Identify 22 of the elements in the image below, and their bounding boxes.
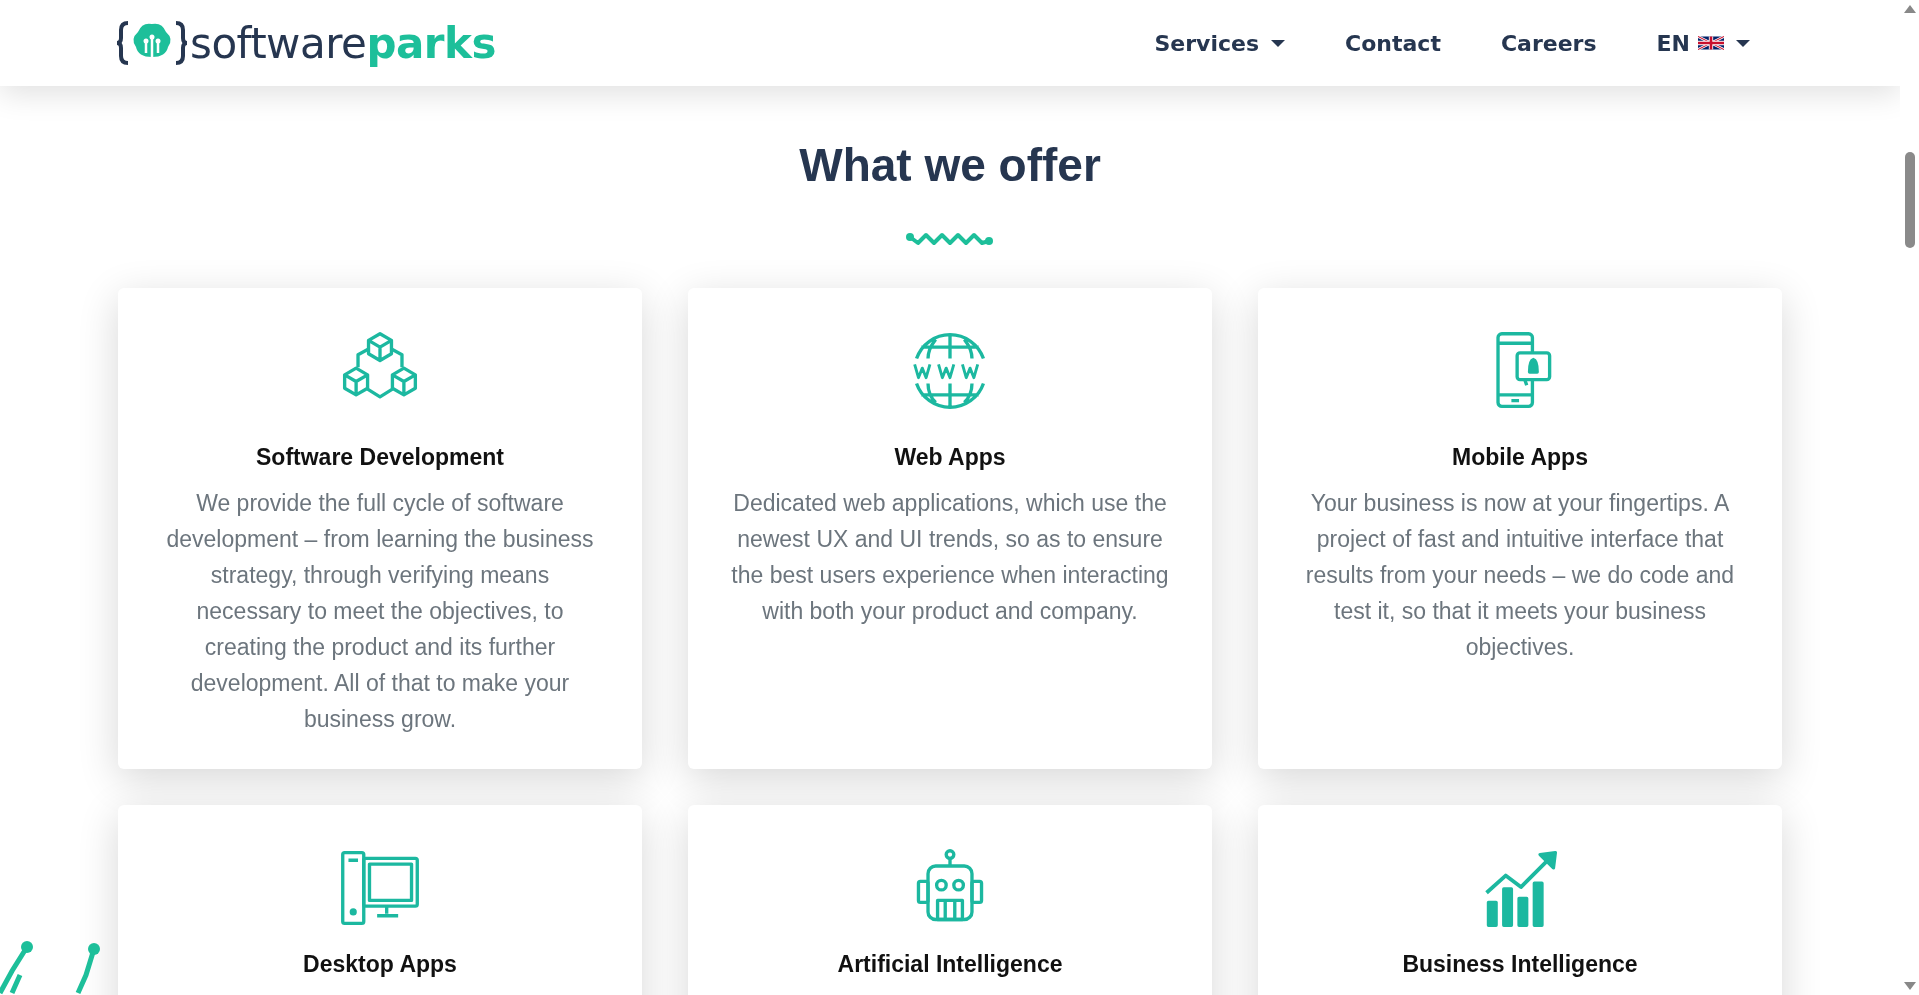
language-dropdown[interactable]: EN: [1656, 30, 1750, 56]
logo-wordmark[interactable]: softwareparks: [190, 18, 496, 68]
card-title: Desktop Apps: [303, 951, 457, 978]
scroll-down-icon[interactable]: [1903, 982, 1916, 990]
card-description: Your business is now at your fingertips. A project of fast and intuitive interface that results from your needs – we do code and test it, so that it meets your business objectives.: [1304, 489, 1736, 662]
card-description: We provide the full cycle of software development – from learning the business strategy, through verifying means necessary to meet the objectives, to creating the product and its further development. All of that to make your business grow.: [165, 489, 595, 734]
scrollbar-thumb[interactable]: [1905, 152, 1915, 248]
flag-icon: [1698, 36, 1724, 50]
card-title: Web Apps: [894, 444, 1006, 471]
section-title: What we offer: [799, 138, 1101, 192]
caret-icon: [1736, 39, 1750, 47]
scroll-up-icon[interactable]: [1903, 5, 1916, 13]
card-title: Software Development: [256, 444, 504, 471]
nav-link[interactable]: Careers: [1500, 30, 1597, 56]
caret-icon: [1271, 39, 1286, 47]
services-dropdown[interactable]: Services: [1154, 30, 1286, 56]
card-title: Business Intelligence: [1402, 951, 1638, 978]
card-description: Dedicated web applications, which use the newest UX and UI trends, so as to ensure the best users experience when interacting with both your product and company.: [730, 489, 1170, 626]
squiggle-divider-icon: [905, 230, 995, 246]
card-title: Mobile Apps: [1452, 444, 1588, 471]
card-title: Artificial Intelligence: [837, 951, 1063, 978]
nav-link[interactable]: Contact: [1345, 30, 1441, 56]
